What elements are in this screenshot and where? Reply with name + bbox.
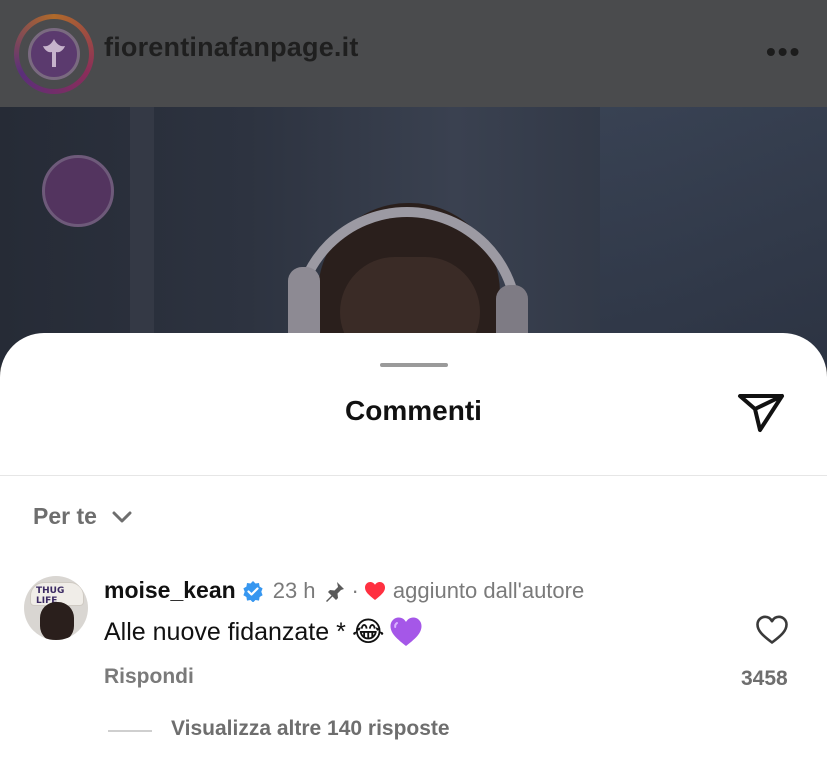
like-count: 3458 [741, 667, 788, 690]
comments-sheet: Commenti Per te THUG LIFE moise_kean 23 … [0, 333, 827, 762]
pin-icon [325, 581, 344, 602]
paper-plane-icon[interactable] [736, 390, 786, 434]
fiorentina-lily-logo-icon [28, 28, 80, 80]
sheet-divider [0, 475, 827, 476]
post-username[interactable]: fiorentinafanpage.it [104, 32, 359, 63]
chevron-down-icon [112, 511, 132, 522]
filter-dropdown[interactable]: Per te [33, 503, 133, 530]
comment-username[interactable]: moise_kean [104, 577, 236, 604]
reply-button[interactable]: Rispondi [104, 665, 194, 689]
comment-time: 23 h [272, 577, 316, 603]
more-options-icon[interactable]: ••• [766, 38, 802, 66]
purple-heart-icon [390, 617, 422, 646]
comment-meta: moise_kean 23 h · aggiunto dall'autore [104, 577, 584, 604]
post-header: fiorentinafanpage.it ••• [0, 0, 827, 107]
verified-badge-icon [243, 580, 263, 602]
added-by-author-label: aggiunto dall'autore [392, 577, 585, 603]
sheet-title: Commenti [345, 395, 482, 426]
sheet-grabber[interactable] [380, 363, 448, 367]
comment-text-row: Alle nuove fidanzate * 😂 [104, 616, 423, 648]
view-replies-button[interactable]: Visualizza altre 140 risposte [171, 717, 450, 741]
replies-divider-line [108, 730, 152, 732]
comment-avatar[interactable]: THUG LIFE [24, 576, 88, 640]
meta-separator: · [351, 577, 359, 603]
comment-text: Alle nuove fidanzate * [104, 617, 346, 646]
post-image [0, 107, 827, 367]
heart-outline-icon[interactable] [755, 614, 789, 646]
profile-avatar[interactable] [14, 14, 94, 94]
filter-label: Per te [33, 503, 97, 529]
author-heart-icon [364, 581, 385, 600]
laughing-emoji: 😂 [351, 616, 385, 647]
watermark-logo-icon [42, 155, 114, 227]
